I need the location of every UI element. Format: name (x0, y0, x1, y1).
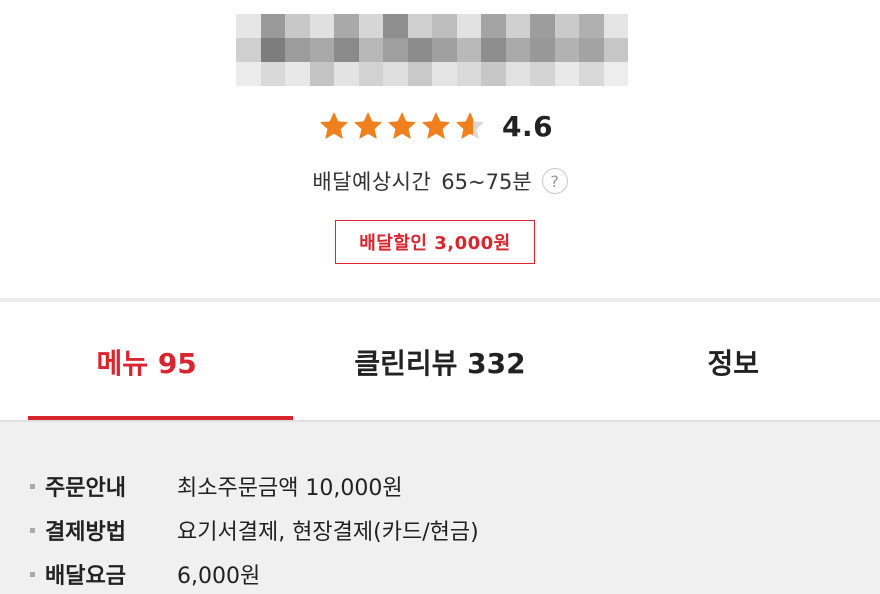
mosaic-pixel (383, 38, 408, 62)
mosaic-pixel (481, 38, 506, 62)
mosaic-pixel (285, 38, 310, 62)
info-value: 최소주문금액 10,000원 (177, 476, 403, 501)
delivery-time: 배달예상시간 65~75분 ? (0, 166, 880, 196)
mosaic-pixel (579, 14, 604, 38)
info-row-delivery-fee: 배달요금 6,000원 (30, 554, 260, 594)
info-label: 배달요금 (45, 564, 126, 589)
star-icon (388, 112, 416, 139)
rating-value: 4.6 (502, 109, 554, 143)
delivery-discount-badge: 배달할인 3,000원 (335, 220, 535, 264)
mosaic-pixel (603, 38, 628, 62)
mosaic-pixel (456, 38, 481, 62)
mosaic-pixel (505, 62, 530, 86)
tab-menu[interactable]: 메뉴 95 (0, 302, 294, 422)
mosaic-pixel (236, 14, 261, 38)
mosaic-pixel (505, 38, 530, 62)
delivery-time-value: 65~75분 (441, 170, 532, 194)
mosaic-pixel (358, 62, 383, 86)
mosaic-pixel (383, 62, 408, 86)
mosaic-pixel (432, 62, 457, 86)
mosaic-pixel (530, 14, 555, 38)
info-label: 결제방법 (45, 520, 126, 545)
info-label: 주문안내 (45, 476, 126, 501)
mosaic-pixel (334, 38, 359, 62)
mosaic-pixel (334, 62, 359, 86)
mosaic-pixel (481, 14, 506, 38)
mosaic-pixel (309, 38, 334, 62)
mosaic-pixel (285, 62, 310, 86)
mosaic-pixel (236, 38, 261, 62)
mosaic-pixel (260, 14, 285, 38)
bullet (30, 483, 35, 489)
info-row-payment: 결제방법 요기서결제, 현장결제(카드/현금) (30, 510, 479, 550)
tab-clean-review[interactable]: 클린리뷰 332 (293, 302, 586, 422)
mosaic-pixel (285, 14, 310, 38)
mosaic-pixel (530, 62, 555, 86)
mosaic-pixel (554, 38, 579, 62)
info-row-order-notice: 주문안내 최소주문금액 10,000원 (30, 466, 403, 506)
mosaic-pixel (407, 14, 432, 38)
mosaic-pixel (260, 62, 285, 86)
tab-bar: 메뉴 95 클린리뷰 332 정보 (0, 302, 880, 422)
mosaic-pixel (603, 14, 628, 38)
bullet (30, 527, 35, 533)
mosaic-pixel (579, 62, 604, 86)
mosaic-pixel (407, 62, 432, 86)
info-value: 6,000원 (177, 564, 261, 589)
order-info-panel: 주문안내 최소주문금액 10,000원 결제방법 요기서결제, 현장결제(카드/… (0, 422, 880, 594)
mosaic-pixel (432, 14, 457, 38)
store-header: 4.6 배달예상시간 65~75분 ? 배달할인 3,000원 (0, 0, 880, 298)
mosaic-pixel (505, 14, 530, 38)
star-icon (320, 112, 348, 139)
mosaic-pixel (309, 14, 334, 38)
mosaic-pixel (407, 38, 432, 62)
rating: 4.6 (318, 104, 553, 148)
star-icon (456, 112, 484, 139)
mosaic-pixel (358, 38, 383, 62)
mosaic-pixel (358, 14, 383, 38)
store-name-pixelated (236, 14, 628, 86)
info-value: 요기서결제, 현장결제(카드/현금) (177, 520, 479, 545)
mosaic-pixel (432, 38, 457, 62)
mosaic-pixel (554, 62, 579, 86)
mosaic-pixel (456, 14, 481, 38)
question-icon[interactable]: ? (541, 168, 568, 194)
mosaic-pixel (236, 62, 261, 86)
mosaic-pixel (481, 62, 506, 86)
mosaic-pixel (260, 38, 285, 62)
mosaic-pixel (603, 62, 628, 86)
bullet (30, 571, 35, 577)
delivery-time-label: 배달예상시간 (312, 170, 432, 194)
mosaic-pixel (554, 14, 579, 38)
mosaic-pixel (530, 38, 555, 62)
star-rating (318, 110, 486, 142)
mosaic-pixel (579, 38, 604, 62)
mosaic-pixel (456, 62, 481, 86)
mosaic-pixel (334, 14, 359, 38)
mosaic-pixel (309, 62, 334, 86)
mosaic-pixel (383, 14, 408, 38)
star-icon (354, 112, 382, 139)
tab-info[interactable]: 정보 (587, 302, 880, 422)
star-icon (422, 112, 450, 139)
